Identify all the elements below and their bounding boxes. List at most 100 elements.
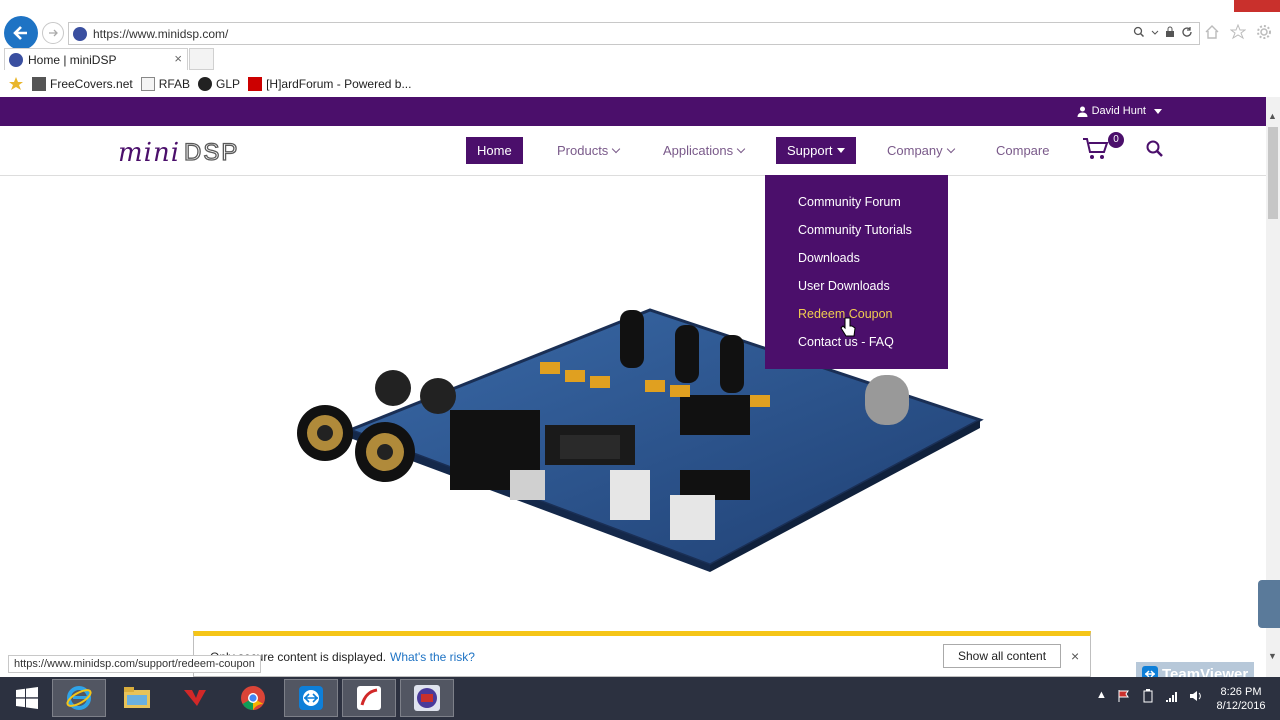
tab-home-minidsp[interactable]: Home | miniDSP × [4,48,188,70]
browser-chrome: https://www.minidsp.com/ Home | miniDSP … [0,0,1280,97]
menu-item-community-forum[interactable]: Community Forum [798,195,948,223]
teamviewer-icon [299,686,323,710]
favorites-star-icon[interactable] [8,76,24,92]
windows-logo-icon [16,687,38,709]
taskbar-chrome[interactable] [226,679,280,717]
cart-count-badge: 0 [1108,132,1124,148]
nav-products[interactable]: Products [546,137,630,164]
nav-applications-label: Applications [663,143,734,158]
tray-expand-icon[interactable]: ▲ [1096,689,1107,703]
gear-icon[interactable] [1256,24,1272,40]
battery-icon[interactable] [1141,689,1155,703]
taskbar-app-swirl[interactable] [342,679,396,717]
taskbar-internet-explorer[interactable] [52,679,106,717]
nav-support-label: Support [787,143,833,158]
menu-item-redeem-coupon[interactable]: Redeem Coupon [798,307,948,335]
favorite-label: [H]ardForum - Powered b... [266,77,412,91]
site-topbar: David Hunt [0,97,1266,126]
scroll-up-icon[interactable]: ▲ [1268,111,1277,121]
menu-item-community-tutorials[interactable]: Community Tutorials [798,223,948,251]
logo-mini: mini [118,138,181,168]
favorite-rfab[interactable]: RFAB [140,77,191,91]
system-tray: ▲ [1096,689,1203,703]
refresh-icon[interactable] [1181,26,1193,38]
nav-company-label: Company [887,143,943,158]
taskbar-minidsp-app[interactable] [400,679,454,717]
page-icon [140,77,155,91]
show-all-content-button[interactable]: Show all content [943,644,1061,668]
new-tab-button[interactable] [189,48,214,70]
search-icon[interactable] [1133,26,1145,38]
user-icon [1077,106,1088,117]
back-button[interactable] [4,16,38,50]
user-menu[interactable]: David Hunt [1077,105,1162,117]
security-notification-bar: Only secure content is displayed. What's… [193,631,1091,677]
notification-close-icon[interactable]: × [1071,648,1079,664]
hardforum-icon [248,77,263,91]
site-search-button[interactable] [1146,140,1166,160]
forward-button[interactable] [42,22,64,44]
alien-icon [198,77,213,91]
hand-cursor-icon [840,317,856,337]
favorite-label: RFAB [158,77,191,91]
action-center-flag-icon[interactable] [1117,689,1131,703]
nav-compare[interactable]: Compare [985,137,1060,164]
chrome-icon [241,686,265,710]
teamviewer-side-panel[interactable] [1258,580,1280,628]
nav-home-label: Home [477,143,512,158]
lock-icon[interactable] [1165,26,1175,38]
arrow-left-icon [13,26,27,40]
window-close-button[interactable] [1234,0,1280,12]
volume-icon[interactable] [1189,689,1203,703]
maximize-button[interactable] [1208,0,1234,12]
minidsp-app-icon [414,685,440,711]
browser-tools [1204,24,1272,40]
nav-home[interactable]: Home [466,137,523,164]
star-icon[interactable] [1230,24,1246,40]
address-bar[interactable]: https://www.minidsp.com/ [68,22,1200,45]
taskbar-teamviewer[interactable] [284,679,338,717]
network-signal-icon[interactable] [1165,689,1179,703]
freecovers-icon [32,77,46,91]
nav-compare-label: Compare [996,143,1050,158]
screen: https://www.minidsp.com/ Home | miniDSP … [0,0,1280,720]
internet-explorer-icon [66,686,92,710]
windows-taskbar: ▲ 8:26 PM 8/12/2016 [0,677,1280,720]
start-button[interactable] [0,679,54,717]
menu-item-downloads[interactable]: Downloads [798,251,948,279]
app-swirl-icon [357,686,381,710]
favorite-label: FreeCovers.net [50,77,133,91]
taskbar-app-red[interactable] [168,679,222,717]
search-icon [1146,140,1163,157]
status-bar-url: https://www.minidsp.com/support/redeem-c… [8,655,261,673]
favorite-hardforum[interactable]: [H]ardForum - Powered b... [248,77,411,91]
tab-close-button[interactable]: × [174,51,182,66]
address-url[interactable]: https://www.minidsp.com/ [93,27,228,41]
nav-company[interactable]: Company [876,137,965,164]
app-red-icon [184,690,206,706]
support-dropdown-menu: Community Forum Community Tutorials Down… [765,175,948,369]
nav-applications[interactable]: Applications [652,137,755,164]
menu-item-contact-faq[interactable]: Contact us - FAQ [798,335,948,363]
taskbar-clock[interactable]: 8:26 PM 8/12/2016 [1206,685,1276,713]
favorite-freecovers[interactable]: FreeCovers.net [32,77,133,91]
chevron-down-icon [612,144,621,153]
caret-down-icon [836,148,845,153]
chevron-down-icon [946,144,955,153]
favorite-label: GLP [216,77,241,91]
scroll-down-icon[interactable]: ▼ [1268,651,1277,661]
caret-down-icon [1154,108,1162,114]
taskbar-file-explorer[interactable] [110,679,164,717]
nav-support[interactable]: Support [776,137,856,164]
minidsp-logo[interactable]: mini DSP [118,138,239,168]
scrollbar-thumb[interactable] [1268,127,1278,219]
clock-time: 8:26 PM [1220,686,1262,698]
cart-button[interactable]: 0 [1082,132,1124,166]
chevron-down-icon[interactable] [1151,26,1159,38]
chevron-down-icon [736,144,746,153]
home-icon[interactable] [1204,24,1220,40]
favorite-glp[interactable]: GLP [198,77,240,91]
menu-item-user-downloads[interactable]: User Downloads [798,279,948,307]
whats-the-risk-link[interactable]: What's the risk? [390,650,475,664]
minimize-button[interactable] [1182,0,1208,12]
